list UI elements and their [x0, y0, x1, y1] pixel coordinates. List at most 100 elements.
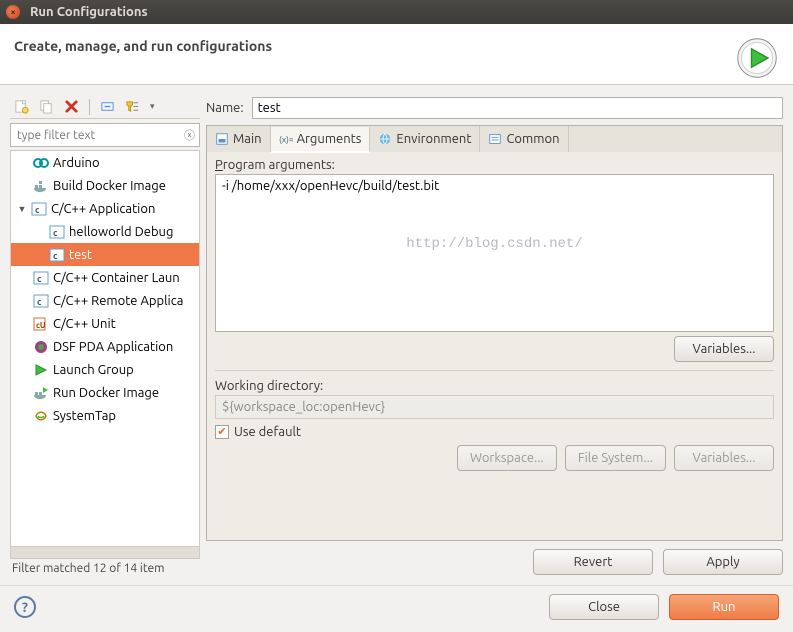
tree-item-label: C/C++ Remote Applica: [53, 294, 183, 308]
expander-icon[interactable]: ▼: [17, 204, 27, 214]
docker-run-icon: [33, 385, 49, 401]
toolbar-dropdown-icon[interactable]: ▾: [150, 101, 155, 112]
apply-revert-row: Revert Apply: [206, 549, 783, 575]
config-toolbar: ▾: [10, 95, 200, 119]
tree-item-run-docker[interactable]: Run Docker Image: [11, 381, 199, 404]
tree-item-build-docker[interactable]: Build Docker Image: [11, 174, 199, 197]
arduino-icon: [33, 155, 49, 171]
c-app-icon: c: [33, 270, 49, 286]
tree-item-label: DSF PDA Application: [53, 340, 173, 354]
tree-item-label: test: [69, 248, 92, 262]
tab-label: Environment: [396, 132, 471, 146]
name-label: Name:: [206, 101, 244, 115]
program-args-label: Program arguments:: [215, 158, 774, 172]
c-launch-icon: c: [49, 247, 65, 263]
launch-group-icon: [33, 362, 49, 378]
working-dir-input: [215, 395, 774, 419]
program-args-textarea[interactable]: -i /home/xxx/openHevc/build/test.bit: [215, 174, 774, 332]
footer-buttons: Close Run: [549, 594, 779, 620]
c-unit-icon: cU: [33, 316, 49, 332]
dialog-subtitle: Create, manage, and run configurations: [14, 36, 735, 80]
svg-text:c: c: [53, 228, 58, 238]
config-tree[interactable]: Arduino Build Docker Image ▼ c C/C++ App…: [10, 150, 200, 547]
docker-build-icon: [33, 178, 49, 194]
tab-label: Arguments: [297, 132, 362, 146]
common-tab-icon: [488, 132, 502, 146]
svg-text:(x)=: (x)=: [279, 135, 293, 145]
right-pane: Name: Main (x)= Arguments Environment: [206, 95, 783, 575]
clear-filter-icon[interactable]: ⓧ: [184, 127, 195, 143]
svg-text:cU: cU: [36, 321, 46, 330]
tree-item-label: Build Docker Image: [53, 179, 166, 193]
tree-item-cpp-app[interactable]: ▼ c C/C++ Application: [11, 197, 199, 220]
use-default-checkbox[interactable]: [215, 425, 229, 439]
dialog-body: ▾ ⓧ Arduino Build Docker Image ▼ c C/C++…: [0, 85, 793, 585]
tree-item-label: Arduino: [53, 156, 100, 170]
wd-variables-button[interactable]: Variables...: [674, 445, 774, 471]
tree-item-label: SystemTap: [53, 409, 116, 423]
close-button[interactable]: Close: [549, 594, 659, 620]
tree-item-cpp-container[interactable]: c C/C++ Container Laun: [11, 266, 199, 289]
title-bar: × Run Configurations: [0, 0, 793, 24]
duplicate-config-icon[interactable]: [39, 99, 54, 114]
tree-item-label: C/C++ Application: [51, 202, 155, 216]
help-icon[interactable]: ?: [14, 596, 36, 618]
environment-tab-icon: [378, 132, 392, 146]
name-row: Name:: [206, 95, 783, 121]
left-pane: ▾ ⓧ Arduino Build Docker Image ▼ c C/C++…: [10, 95, 200, 575]
arguments-tab-icon: (x)=: [279, 132, 293, 146]
filesystem-button[interactable]: File System...: [565, 445, 666, 471]
tab-label: Main: [233, 132, 262, 146]
c-app-icon: c: [31, 201, 47, 217]
use-default-row[interactable]: Use default: [215, 425, 774, 439]
dsf-icon: [33, 339, 49, 355]
use-default-label: Use default: [234, 425, 301, 439]
tree-item-cpp-unit[interactable]: cU C/C++ Unit: [11, 312, 199, 335]
workspace-button[interactable]: Workspace...: [457, 445, 557, 471]
tab-label: Common: [506, 132, 559, 146]
svg-text:c: c: [37, 297, 42, 307]
apply-button[interactable]: Apply: [663, 549, 783, 575]
tree-item-label: C/C++ Container Laun: [53, 271, 180, 285]
svg-text:c: c: [53, 251, 58, 261]
filter-icon[interactable]: [125, 99, 140, 114]
tree-item-launch-group[interactable]: Launch Group: [11, 358, 199, 381]
collapse-all-icon[interactable]: [100, 99, 115, 114]
delete-config-icon[interactable]: [64, 99, 79, 114]
systemtap-icon: [33, 408, 49, 424]
tree-item-systemtap[interactable]: SystemTap: [11, 404, 199, 427]
horizontal-scrollbar[interactable]: [10, 547, 200, 559]
tree-item-dsf-pda[interactable]: DSF PDA Application: [11, 335, 199, 358]
tab-group: Main (x)= Arguments Environment Common P…: [206, 125, 783, 541]
tab-environment[interactable]: Environment: [370, 126, 480, 152]
dialog-header: Create, manage, and run configurations: [0, 24, 793, 85]
tree-item-cpp-remote[interactable]: c C/C++ Remote Applica: [11, 289, 199, 312]
variables-button[interactable]: Variables...: [674, 336, 774, 362]
tree-item-label: helloworld Debug: [69, 225, 173, 239]
tree-item-test[interactable]: c test: [11, 243, 199, 266]
tree-item-arduino[interactable]: Arduino: [11, 151, 199, 174]
c-launch-icon: c: [49, 224, 65, 240]
main-tab-icon: [215, 132, 229, 146]
svg-text:c: c: [35, 205, 40, 215]
tree-item-label: Launch Group: [53, 363, 134, 377]
section-divider: [215, 370, 774, 371]
tab-main[interactable]: Main: [207, 126, 271, 152]
svg-text:c: c: [37, 274, 42, 284]
tab-content: Program arguments: -i /home/xxx/openHevc…: [207, 152, 782, 540]
run-hero-icon: [735, 36, 779, 80]
tree-item-helloworld[interactable]: c helloworld Debug: [11, 220, 199, 243]
tab-arguments[interactable]: (x)= Arguments: [271, 127, 371, 153]
prog-args-button-row: Variables...: [215, 336, 774, 362]
new-config-icon[interactable]: [14, 99, 29, 114]
window-close-icon[interactable]: ×: [6, 5, 20, 19]
window-title: Run Configurations: [30, 5, 148, 19]
tab-common[interactable]: Common: [480, 126, 568, 152]
tree-item-label: C/C++ Unit: [53, 317, 116, 331]
revert-button[interactable]: Revert: [533, 549, 653, 575]
filter-input[interactable]: [15, 128, 184, 143]
name-input[interactable]: [252, 97, 783, 119]
toolbar-separator: [89, 99, 90, 115]
run-button[interactable]: Run: [669, 594, 779, 620]
tree-item-label: Run Docker Image: [53, 386, 159, 400]
